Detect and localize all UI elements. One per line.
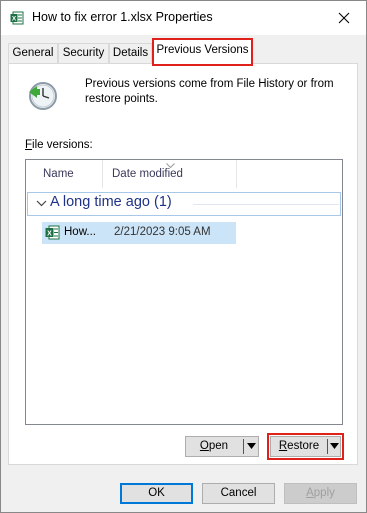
cancel-label: Cancel	[220, 487, 257, 499]
excel-file-icon: X	[10, 11, 24, 25]
apply-rest: pply	[313, 487, 335, 499]
info-text: Previous versions come from File History…	[85, 78, 334, 105]
dropdown-arrow-icon[interactable]	[329, 437, 340, 456]
restore-rest: estore	[287, 440, 320, 452]
excel-file-icon: X	[45, 225, 60, 240]
tab-general[interactable]: General	[8, 43, 58, 63]
tab-label: Security	[62, 47, 105, 59]
file-versions-label: File versions:	[25, 139, 93, 151]
properties-dialog: X How to fix error 1.xlsx Properties Gen…	[0, 0, 367, 513]
column-header-name[interactable]: Name	[43, 160, 74, 188]
title-bar: X How to fix error 1.xlsx Properties	[1, 1, 366, 35]
group-divider	[193, 204, 339, 205]
restore-label: Restore	[271, 437, 327, 456]
restore-button[interactable]: Restore	[267, 433, 344, 460]
ok-button[interactable]: OK	[120, 483, 193, 504]
file-versions-mnemonic: F	[25, 139, 33, 151]
history-clock-icon	[25, 78, 59, 112]
svg-text:X: X	[47, 230, 52, 237]
close-button[interactable]	[322, 1, 366, 35]
tab-label: General	[12, 47, 54, 59]
ok-label: OK	[148, 487, 165, 499]
tab-security[interactable]: Security	[58, 43, 109, 63]
split-divider	[327, 439, 328, 454]
group-header[interactable]: A long time ago (1)	[27, 192, 341, 216]
cancel-button[interactable]: Cancel	[202, 483, 275, 504]
tab-label: Details	[112, 47, 149, 59]
tab-details[interactable]: Details	[109, 43, 152, 63]
file-versions-text: ile versions:	[32, 139, 93, 151]
chevron-down-icon[interactable]	[36, 195, 47, 214]
open-label: Open	[186, 437, 242, 456]
file-versions-list[interactable]: Name Date modified A long time ago (1) X…	[25, 159, 343, 425]
previous-versions-panel: Previous versions come from File History…	[8, 63, 358, 465]
column-divider[interactable]	[102, 160, 103, 188]
tab-strip: General Security Details Previous Versio…	[8, 37, 358, 66]
open-button[interactable]: Open	[185, 436, 259, 457]
list-item[interactable]: X How... 2/21/2023 9:05 AM	[42, 222, 236, 244]
dropdown-arrow-icon[interactable]	[245, 437, 258, 456]
apply-button[interactable]: Apply	[284, 483, 357, 504]
group-title: A long time ago (1)	[50, 194, 172, 210]
open-rest: pen	[208, 440, 229, 452]
sort-chevron-icon	[166, 161, 175, 170]
file-date: 2/21/2023 9:05 AM	[114, 226, 211, 238]
apply-mnemonic: A	[306, 487, 314, 499]
close-icon	[338, 12, 350, 24]
list-header: Name Date modified	[26, 160, 342, 188]
window-title: How to fix error 1.xlsx Properties	[32, 10, 213, 24]
file-name: How...	[64, 226, 96, 238]
open-mnemonic: O	[199, 440, 209, 452]
tab-previous-versions[interactable]: Previous Versions	[152, 38, 253, 66]
svg-text:X: X	[12, 16, 17, 23]
tab-label: Previous Versions	[156, 44, 249, 56]
split-divider	[243, 439, 244, 454]
restore-mnemonic: R	[278, 440, 288, 452]
column-divider[interactable]	[236, 160, 237, 188]
column-label: Name	[43, 168, 74, 180]
